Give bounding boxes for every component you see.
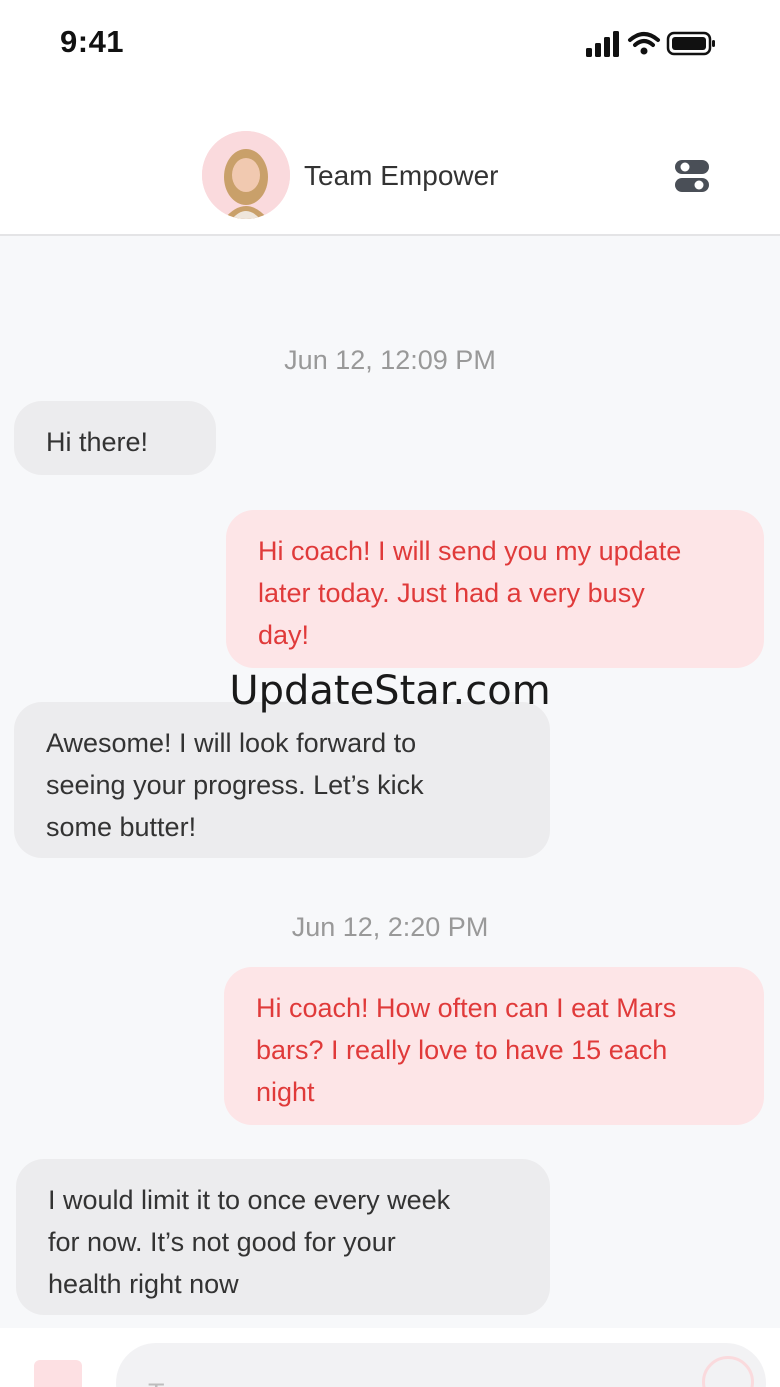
timestamp: Jun 12, 2:20 PM bbox=[291, 912, 489, 942]
battery-icon bbox=[666, 31, 715, 56]
incoming-message: I would limit it to once every week for … bbox=[16, 1159, 550, 1315]
timestamp: Jun 12, 12:09 PM bbox=[284, 345, 496, 375]
header-bar: 9:41 Team Empower bbox=[0, 0, 780, 236]
avatar[interactable] bbox=[202, 131, 290, 219]
incoming-message: Hi there! bbox=[14, 401, 216, 475]
watermark-text: UpdateStar.com bbox=[229, 668, 551, 714]
chat-screen: 9:41 Team Empower Jun 12, 12:09 PM Hi th… bbox=[0, 0, 780, 1387]
cellular-signal-icon bbox=[586, 31, 619, 57]
message-input[interactable] bbox=[116, 1343, 766, 1387]
attach-image-icon[interactable] bbox=[34, 1360, 82, 1387]
avatar-photo bbox=[202, 131, 290, 219]
chat-title: Team Empower bbox=[304, 160, 499, 191]
incoming-message: Awesome! I will look forward to seeing y… bbox=[14, 702, 550, 858]
outgoing-message: Hi coach! I will send you my update late… bbox=[226, 510, 764, 668]
outgoing-message: Hi coach! How often can I eat Mars bars?… bbox=[224, 967, 764, 1125]
wifi-icon bbox=[628, 32, 660, 55]
status-icons bbox=[586, 31, 715, 57]
status-time: 9:41 bbox=[60, 24, 125, 59]
settings-toggle-icon[interactable] bbox=[674, 158, 710, 194]
